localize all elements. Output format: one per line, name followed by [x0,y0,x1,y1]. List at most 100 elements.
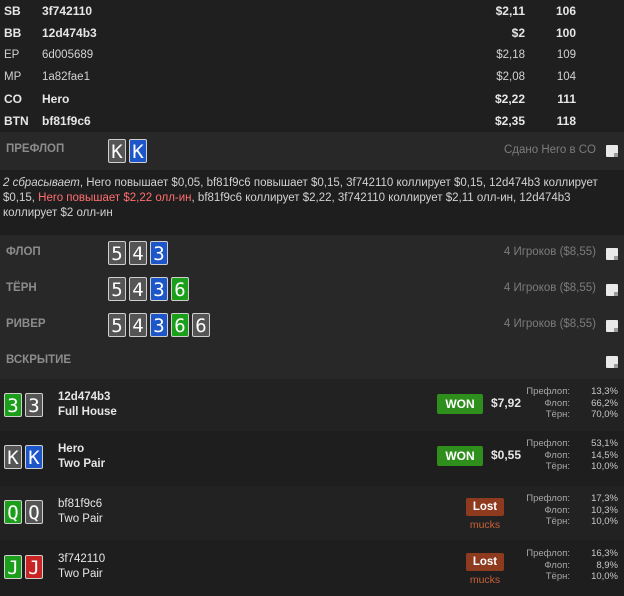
player-stack: $2 [511,26,525,40]
card: Q [4,500,22,524]
action-allin-hero: Hero повышает $2,22 олл-ин [38,192,192,204]
won-badge: WON [437,394,483,414]
equity-label: Флоп: [544,397,570,409]
player-stack-bb: 100 [555,26,576,40]
card: 3 [25,393,43,417]
card: 3 [150,277,168,301]
preflop-actions: 2 сбрасывает, Hero повышает $0,05, bf81f… [0,170,624,235]
equity-stats: Префлоп: 17,3% Флоп: 10,3% Тёрн: 10,0% [508,493,618,528]
card: Q [25,500,43,524]
river-street-row: РИВЕР 5 4 3 6 6 4 Игроков ($8,55) [0,307,624,343]
equity-label: Тёрн: [545,516,570,527]
player-stack: $2,35 [494,114,525,128]
equity-label: Тёрн: [545,461,570,472]
card: K [25,445,43,469]
card: J [25,555,43,579]
player-row: EP 6d005689 $2,18 109 [0,44,624,66]
card: K [4,445,22,469]
player-row: CO Hero $2,22 111 [0,88,624,110]
player-stack-bb: 104 [556,71,576,83]
street-label-showdown: ВСКРЫТИЕ [6,354,72,366]
note-icon[interactable] [606,145,618,157]
player-hole-cards: 3 3 [4,393,43,417]
player-name[interactable]: 1a82fae1 [42,66,90,88]
card: 6 [171,313,189,337]
note-icon[interactable] [606,284,618,296]
result-hand-name: Full House [58,406,117,418]
player-position: BB [4,26,22,40]
showdown-result-row: K K Hero Two Pair WON $0,55 Префлоп: 53,1… [0,431,624,485]
flop-street-row: ФЛОП 5 4 3 4 Игроков ($8,55) [0,235,624,271]
equity-label: Флоп: [544,449,570,461]
equity-label: Префлоп: [526,438,570,449]
note-icon[interactable] [606,356,618,368]
player-stack-bb: 111 [557,92,576,106]
player-name[interactable]: 3f742110 [42,0,92,22]
player-hole-cards: J J [4,555,43,579]
player-position: BTN [4,114,29,128]
player-position: EP [4,49,20,61]
equity-value: 10,3% [591,504,618,516]
card: 5 [108,277,126,301]
equity-value: 53,1% [591,438,618,449]
player-row: BB 12d474b3 $2 100 [0,22,624,44]
board-cards: 5 4 3 [108,241,168,265]
dealt-to-text: Сдано Hero в CO [503,144,596,156]
card: 3 [150,313,168,337]
player-row: SB 3f742110 $2,11 106 [0,0,624,22]
showdown-result-row: 3 3 12d474b3 Full House WON $7,92 Префло… [0,379,624,431]
mucks-note: mucks [469,574,501,586]
note-icon[interactable] [606,320,618,332]
pot-info: 4 Игроков ($8,55) [503,282,596,294]
street-label-river: РИВЕР [6,318,46,330]
card: 3 [4,393,22,417]
result-player-name[interactable]: bf81f9c6 [58,498,102,510]
card: 5 [108,313,126,337]
equity-value: 14,5% [591,449,618,461]
equity-label: Тёрн: [545,571,570,582]
player-name[interactable]: 12d474b3 [42,22,97,44]
card: 4 [129,241,147,265]
equity-label: Префлоп: [526,548,570,559]
result-hand-name: Two Pair [58,458,106,470]
street-label-preflop: ПРЕФЛОП [6,143,65,155]
card: 4 [129,313,147,337]
equity-label: Флоп: [544,559,570,571]
street-label-flop: ФЛОП [6,246,41,258]
player-name[interactable]: bf81f9c6 [42,110,91,132]
equity-value: 16,3% [591,548,618,559]
player-row: BTN bf81f9c6 $2,35 118 [0,110,624,132]
result-player-name[interactable]: Hero [58,443,84,455]
player-stack: $2,11 [495,4,525,18]
player-name[interactable]: 6d005689 [42,44,93,66]
preflop-street-row: ПРЕФЛОП K K Сдано Hero в CO [0,132,624,170]
player-name[interactable]: Hero [42,88,69,110]
player-row: MP 1a82fae1 $2,08 104 [0,66,624,88]
player-position: MP [4,71,22,83]
showdown-result-row: J J 3f742110 Two Pair Lost mucks Префлоп… [0,541,624,596]
card: 5 [108,241,126,265]
equity-label: Префлоп: [526,493,570,504]
equity-value: 13,3% [591,386,618,397]
won-badge: WON [437,446,483,466]
player-hole-cards: Q Q [4,500,43,524]
player-position: SB [4,4,21,18]
player-stack: $2,08 [496,71,525,83]
player-stack: $2,22 [494,92,525,106]
player-position: CO [4,92,22,106]
players-table: SB 3f742110 $2,11 106 BB 12d474b3 $2 100… [0,0,624,132]
pot-info: 4 Игроков ($8,55) [503,246,596,258]
mucks-note: mucks [469,519,501,531]
equity-label: Префлоп: [526,386,570,397]
result-player-name[interactable]: 12d474b3 [58,391,110,403]
equity-value: 10,0% [591,461,618,472]
street-label-turn: ТЁРН [6,282,37,294]
board-cards: 5 4 3 6 6 [108,313,210,337]
card: K [108,139,126,163]
result-player-name[interactable]: 3f742110 [58,553,105,565]
equity-value: 70,0% [591,409,618,420]
equity-label: Тёрн: [545,409,570,420]
result-hand-name: Two Pair [58,568,103,580]
equity-stats: Префлоп: 16,3% Флоп: 8,9% Тёрн: 10,0% [508,548,618,583]
note-icon[interactable] [606,248,618,260]
